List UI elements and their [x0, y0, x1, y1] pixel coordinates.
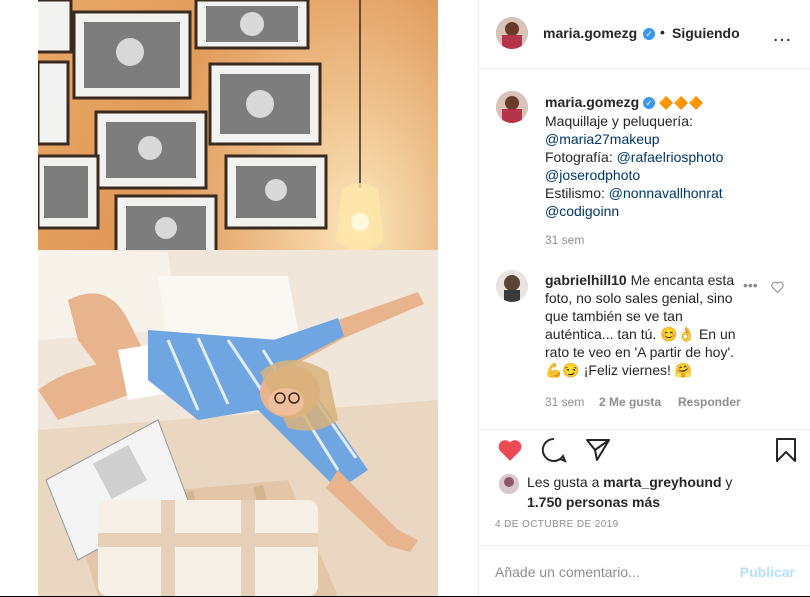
comment-likes-count[interactable]: 2 Me gusta: [599, 395, 661, 409]
separator-dot: •: [660, 24, 665, 40]
comment-text-4: auténtica... tan tú. 😊👌 En un: [545, 326, 736, 342]
mention-link[interactable]: @maria27makeup: [545, 131, 660, 147]
post-actions-bar: [479, 429, 810, 470]
header-username[interactable]: maria.gomezg: [543, 25, 637, 41]
caption-username[interactable]: maria.gomezg: [545, 94, 639, 110]
mention-link[interactable]: @rafaelriosphoto: [617, 149, 724, 165]
post-side-panel: maria.gomezg ✓ • Siguiendo … maria.gomez…: [478, 0, 810, 596]
comment-icon[interactable]: [541, 437, 567, 468]
comment-text-1: Me encanta esta: [630, 272, 735, 288]
comment-text-6: 💪😏 ¡Feliz viernes! 🤗: [545, 362, 693, 378]
following-button[interactable]: Siguiendo: [672, 25, 740, 41]
liker-username[interactable]: marta_greyhound: [603, 474, 721, 490]
caption-timestamp[interactable]: 31 sem: [545, 233, 584, 247]
likes-joiner: y: [725, 474, 733, 490]
bookmark-icon[interactable]: [775, 437, 797, 468]
verified-icon: ✓: [643, 28, 655, 40]
liker-avatar[interactable]: [499, 474, 519, 494]
post-photo[interactable]: [38, 0, 438, 596]
mention-link[interactable]: @nonnavallhonrat: [609, 185, 723, 201]
reply-button[interactable]: Responder: [678, 395, 741, 409]
likes-others-link[interactable]: 1.750 personas más: [527, 494, 660, 510]
comment-input[interactable]: Añade un comentario...: [495, 564, 640, 580]
comment-avatar[interactable]: [496, 270, 528, 302]
avatar[interactable]: [496, 17, 528, 49]
post-date[interactable]: 4 DE OCTUBRE DE 2019: [495, 519, 619, 530]
caption-styling-label: Estilismo:: [545, 185, 609, 201]
publish-button[interactable]: Publicar: [740, 564, 795, 580]
comment-username[interactable]: gabrielhill10: [545, 272, 627, 288]
comment-timestamp[interactable]: 31 sem: [545, 395, 584, 409]
add-comment-bar: Añade un comentario... Publicar: [479, 545, 810, 597]
comment-text-5: rato te veo en 'A partir de hoy'.: [545, 344, 735, 360]
comment-text-3: que también se ve tan: [545, 308, 683, 324]
caption-line-makeup: Maquillaje y peluquería:: [545, 113, 693, 129]
heart-icon[interactable]: [497, 438, 523, 467]
post-header: maria.gomezg ✓ • Siguiendo …: [479, 0, 810, 69]
diamond-badges: 🔶🔶🔶: [658, 96, 704, 110]
comments-list: maria.gomezg ✓ 🔶🔶🔶 Maquillaje y peluquer…: [479, 69, 810, 429]
caption: maria.gomezg ✓ 🔶🔶🔶 Maquillaje y peluquer…: [545, 93, 723, 220]
mention-link[interactable]: @codigoinn: [545, 203, 619, 219]
likes-prefix: Les gusta a: [527, 474, 600, 490]
instagram-post-window: maria.gomezg ✓ • Siguiendo … maria.gomez…: [0, 0, 810, 596]
caption-photo-label: Fotografía:: [545, 149, 617, 165]
caption-avatar[interactable]: [496, 91, 528, 123]
comment-options-icon[interactable]: •••: [743, 277, 758, 293]
comment-body: gabrielhill10 Me encanta esta foto, no s…: [545, 271, 741, 379]
share-icon[interactable]: [585, 438, 611, 467]
verified-icon: ✓: [643, 97, 656, 110]
comment-like-icon[interactable]: [771, 280, 784, 298]
mention-link[interactable]: @joserodphoto: [545, 167, 640, 183]
comment-text-2: foto, no solo sales genial, sino: [545, 290, 733, 306]
more-options-icon[interactable]: …: [772, 24, 793, 47]
post-media-area: [0, 0, 478, 596]
